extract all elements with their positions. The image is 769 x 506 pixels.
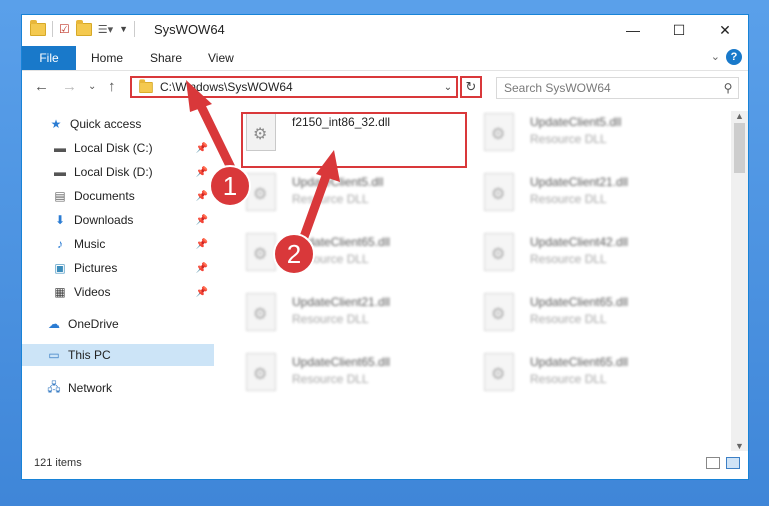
step-2-badge: 2 bbox=[273, 233, 315, 275]
arrow-to-address-bar bbox=[186, 80, 340, 253]
step-1-badge: 1 bbox=[209, 165, 251, 207]
